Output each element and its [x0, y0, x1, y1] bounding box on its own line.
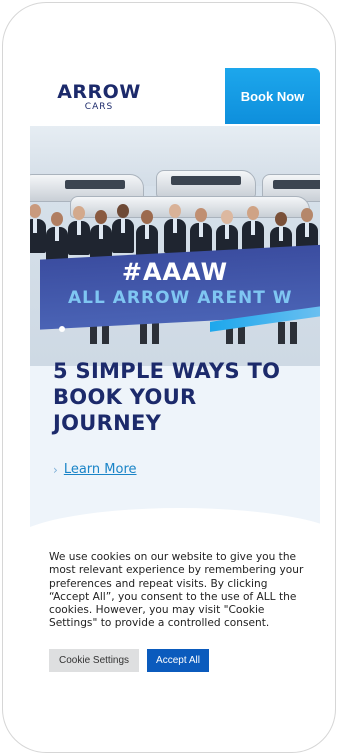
learn-more-link[interactable]: › Learn More	[53, 462, 137, 477]
cookie-actions: Cookie Settings Accept All	[49, 649, 209, 672]
web-viewport: ARROW CARS Book Now #AAAW ALL ARROW AREN…	[30, 68, 320, 538]
arrow-cars-logo[interactable]: ARROW CARS	[54, 82, 144, 112]
staff-person	[112, 204, 134, 253]
staff-person	[164, 204, 186, 253]
person-leg	[278, 322, 285, 344]
book-now-button[interactable]: Book Now	[225, 68, 320, 124]
cookie-notice: We use cookies on our website to give yo…	[49, 551, 305, 672]
staff-person	[136, 210, 158, 259]
logo-main-text: ARROW	[57, 81, 141, 103]
site-header: ARROW CARS Book Now	[30, 68, 320, 126]
banner-subtitle: ALL ARROW ARENT W	[68, 288, 293, 308]
staff-person	[46, 212, 68, 261]
person-leg	[290, 322, 297, 344]
accept-all-button[interactable]: Accept All	[147, 649, 209, 672]
learn-more-label[interactable]: Learn More	[64, 462, 137, 477]
banner-hashtag: #AAAW	[121, 258, 229, 286]
hero-title: 5 SIMPLE WAYS TO BOOK YOUR JOURNEY	[53, 359, 281, 435]
staff-person	[30, 204, 46, 253]
person-leg	[140, 322, 147, 344]
staff-person	[68, 206, 90, 255]
cookie-notice-text: We use cookies on our website to give yo…	[49, 551, 304, 630]
person-leg	[152, 322, 159, 344]
section-wave-divider	[30, 508, 320, 538]
phone-frame: ARROW CARS Book Now #AAAW ALL ARROW AREN…	[2, 2, 336, 753]
hero-image: #AAAW ALL ARROW ARENT W	[30, 126, 320, 366]
chevron-right-icon: ›	[53, 462, 58, 477]
staff-person	[90, 210, 112, 259]
staff-person	[190, 208, 212, 257]
slider-dot-active[interactable]	[59, 326, 65, 332]
cookie-settings-button[interactable]: Cookie Settings	[49, 649, 140, 672]
logo-sub-text: CARS	[84, 102, 114, 112]
van-shape	[156, 170, 256, 198]
